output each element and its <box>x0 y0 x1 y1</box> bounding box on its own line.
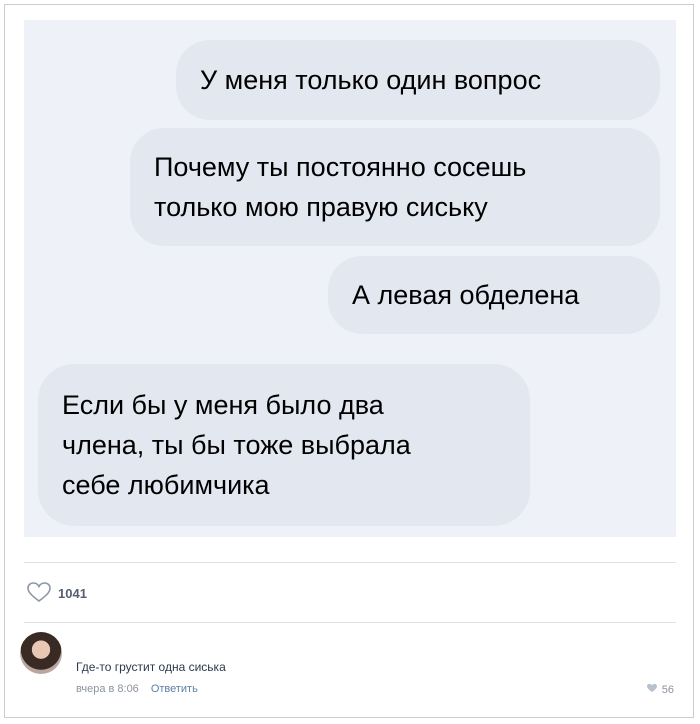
comment-time[interactable]: вчера в 8:06 <box>76 683 139 695</box>
message-text: А левая обделена <box>352 280 580 310</box>
message-bubble-outgoing: Почему ты постоянно сосешь только мою пр… <box>130 128 660 246</box>
comment-like-button[interactable]: 56 <box>646 683 674 696</box>
comment-meta: вчера в 8:06 Ответить <box>76 683 198 695</box>
heart-outline-icon <box>26 581 52 606</box>
reply-button[interactable]: Ответить <box>151 683 198 695</box>
comment-likes-count: 56 <box>661 683 674 696</box>
message-text: Почему ты постоянно сосешь только мою пр… <box>154 152 527 222</box>
comment-text: Где-то грустит одна сиська <box>76 660 226 674</box>
message-bubble-incoming: Если бы у меня было два члена, ты бы тож… <box>38 364 530 526</box>
message-text: Если бы у меня было два члена, ты бы тож… <box>62 390 411 500</box>
message-text: У меня только один вопрос <box>200 65 542 95</box>
like-button[interactable]: 1041 <box>26 580 87 606</box>
likes-count: 1041 <box>58 585 87 601</box>
divider <box>24 622 676 623</box>
chat-screenshot: У меня только один вопрос Почему ты пост… <box>24 20 676 537</box>
heart-icon <box>646 683 658 696</box>
message-bubble-outgoing: У меня только один вопрос <box>176 40 660 120</box>
divider <box>24 562 676 563</box>
avatar[interactable] <box>20 632 62 674</box>
comment: Где-то грустит одна сиська вчера в 8:06 … <box>20 632 680 702</box>
message-bubble-outgoing: А левая обделена <box>328 256 660 334</box>
